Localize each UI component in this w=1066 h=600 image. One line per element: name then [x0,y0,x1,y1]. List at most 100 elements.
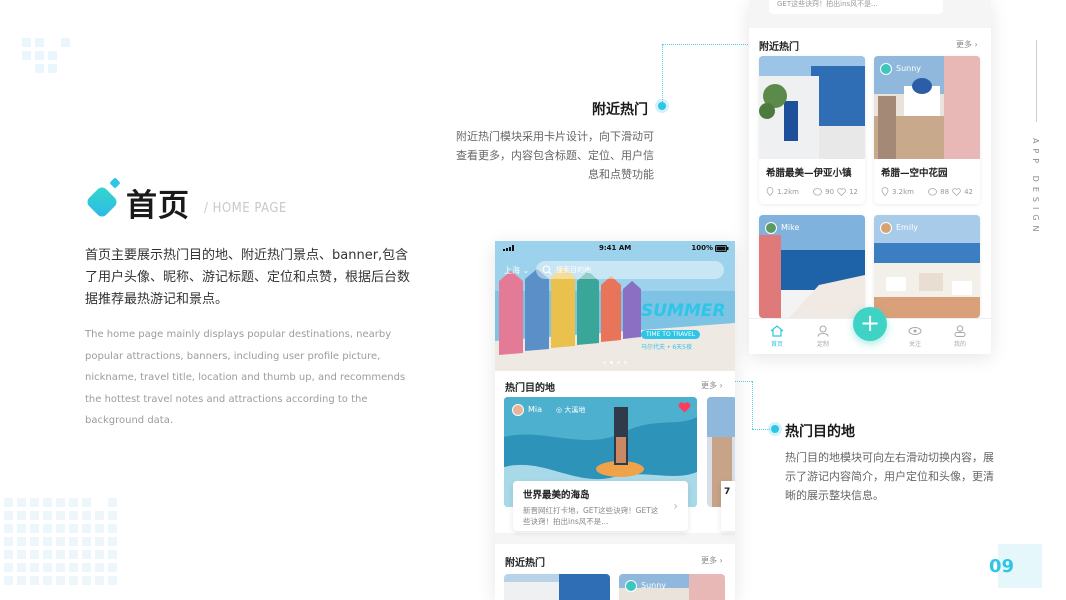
next-card-title: 7 [724,487,731,497]
eye-icon [908,327,922,335]
next-card-info: 7 [721,481,735,531]
tab-home[interactable]: 首页 [762,325,792,348]
banner-promo-caption: 马尔代夫 • 6天5夜 [641,344,692,351]
profile-icon [954,325,966,337]
search-input[interactable]: 搜索目的地 [536,261,724,279]
callout-hot-title: 热门目的地 [785,424,855,440]
prev-card-snippet: GET这些诀窍！拍出ins风不是... [769,0,943,14]
nearby-more-link[interactable]: 更多 › [956,39,978,50]
status-bar: 9:41 AM 100% [495,243,735,255]
mini-card-username: Sunny [641,581,667,590]
card-likes: 12 [849,187,858,196]
banner-promo: SUMMER TIME TO TRAVEL 马尔代夫 • 6天5夜 [641,301,726,351]
description-cn: 首页主要展示热门目的地、附近热门景点、banner,包含了用户头像、昵称、游记标… [85,248,411,307]
callout-hot-line-v [752,381,753,429]
chevron-right-icon: › [719,556,723,565]
hot-more-link[interactable]: 更多 › [701,380,723,391]
card-username: Emily [896,223,919,232]
heart-icon[interactable] [678,402,691,413]
like-icon[interactable] [837,187,846,196]
location-icon: ◎ [556,406,563,414]
card-photo [759,56,865,159]
nearby-mini-card[interactable]: Sunny [619,574,725,600]
hot-card-title: 世界最美的海岛 [523,490,590,501]
diamond-logo-icon [87,178,120,217]
nearby-card[interactable]: Sunny 希腊—空中花园 3.2km 88 42 [874,56,980,204]
hot-section-title: 热门目的地 [505,383,555,394]
callout-hot-body: 热门目的地模块可向左右滑动切换内容，展示了游记内容简介，用户定位和头像，更清晰的… [785,451,994,502]
nearby-preview-more[interactable]: 更多 › [701,555,723,566]
description-en: The home page mainly displays popular de… [85,329,406,426]
nearby-card[interactable]: Mike [759,215,865,318]
banner-promo-main: SUMMER [641,301,726,321]
page-subtitle-en: / HOME PAGE [204,201,287,216]
card-title: 希腊—空中花园 [881,168,948,179]
card-username: Sunny [896,64,922,73]
decor-pixels-bottom [4,498,117,585]
card-username: Mike [781,223,800,232]
card-meta: 3.2km 88 42 [874,179,980,204]
chevron-right-icon: › [974,40,978,49]
callout-nearby-body: 附近热门模块采用卡片设计，向下滑动可查看更多，内容包含标题、定位、用户信息和点赞… [456,130,654,181]
nearby-section: 附近热门 更多 › 希腊最美—伊亚小镇 1.2km 90 12 Sunny 希腊… [749,28,991,354]
location-icon [766,187,774,196]
card-photo: Emily [874,215,980,318]
location-icon [881,187,889,196]
card-title: 希腊最美—伊亚小镇 [766,168,852,179]
nearby-mini-card[interactable] [504,574,610,600]
comment-icon[interactable] [928,187,938,196]
tab-follow[interactable]: 关注 [900,325,930,348]
nearby-card[interactable]: 希腊最美—伊亚小镇 1.2km 90 12 [759,56,865,204]
avatar [880,63,892,75]
avatar [512,404,524,416]
search-icon [542,265,552,275]
hot-card-location: ◎ 大溪地 [556,406,586,414]
nearby-preview-title: 附近热门 [505,558,545,569]
callout-hot-line-h2 [752,429,772,430]
card-comments: 88 [940,187,950,196]
city-selector[interactable]: 上海 ⌄ [504,265,529,276]
callout-nearby-line-h [662,44,750,45]
banner-pager [603,361,627,364]
chevron-right-icon[interactable]: › [673,499,678,513]
status-time: 9:41 AM [599,244,632,252]
home-icon [770,325,784,337]
hot-card-info[interactable]: 世界最美的海岛 新晋网红打卡地，GET这些诀窍！GET这些诀窍！拍出ins风不是… [513,481,688,531]
signal-icon [503,245,514,251]
decor-pixels-top [22,38,70,73]
home-banner[interactable]: 9:41 AM 100% 上海 ⌄ 搜索目的地 SUMMER TIME TO T… [495,241,735,371]
tab-custom[interactable]: 定制 [808,325,838,348]
add-post-button[interactable]: + [853,307,887,341]
page-number: 09 [989,556,1015,577]
like-icon[interactable] [952,187,961,196]
card-likes: 42 [964,187,973,196]
card-photo: Mike [759,215,865,318]
card-distance: 1.2km [777,187,800,196]
nearby-card[interactable]: Emily [874,215,980,318]
nearby-section-title: 附近热门 [759,42,799,53]
plus-icon: + [859,309,881,337]
side-label: APP DESIGN [1031,138,1040,237]
card-meta: 1.2km 90 12 [759,179,865,204]
callout-hot-dot [771,425,779,433]
chevron-down-icon: ⌄ [522,266,530,275]
phone-home-screen: 9:41 AM 100% 上海 ⌄ 搜索目的地 SUMMER TIME TO T… [495,241,735,600]
card-distance: 3.2km [892,187,915,196]
callout-nearby-title: 附近热门 [592,102,648,118]
banner-promo-sub: TIME TO TRAVEL [641,330,701,339]
callout-nearby-dot [658,102,666,110]
callout-nearby-line-v [662,44,663,102]
avatar [765,222,777,234]
chevron-right-icon: › [719,381,723,390]
page-title: 首页 [126,188,190,224]
user-icon [817,325,829,337]
callout-hot-line-h1 [735,381,752,382]
tab-mine[interactable]: 我的 [945,325,975,348]
phone-nearby-screen: GET这些诀窍！拍出ins风不是... 附近热门 更多 › 希腊最美—伊亚小镇 [749,0,991,354]
battery-icon [715,245,729,252]
status-battery: 100% [691,244,713,252]
hot-destinations-section: 热门目的地 更多 › Mia ◎ 大溪地 世界最美的海岛 新晋网红打卡地，GET… [495,371,735,533]
comment-icon[interactable] [813,187,823,196]
avatar [880,222,892,234]
card-comments: 90 [825,187,835,196]
